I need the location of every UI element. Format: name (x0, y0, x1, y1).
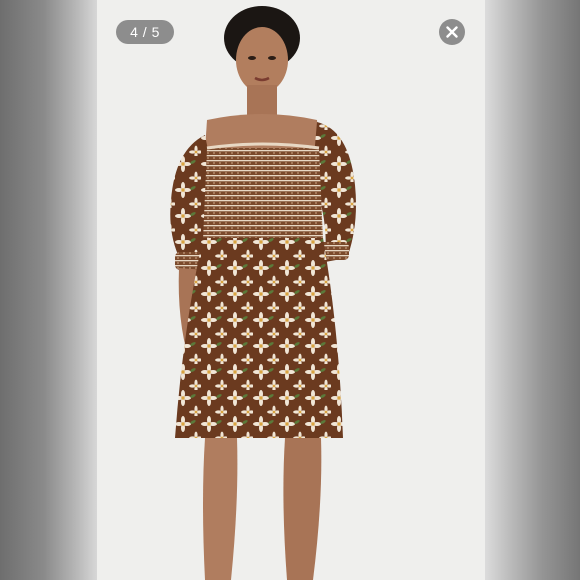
close-icon (446, 26, 458, 38)
close-button[interactable] (439, 19, 465, 45)
next-image-backdrop[interactable] (485, 0, 580, 580)
product-photo (97, 0, 485, 580)
prev-image-backdrop[interactable] (0, 0, 97, 580)
image-counter: 4 / 5 (116, 20, 174, 44)
